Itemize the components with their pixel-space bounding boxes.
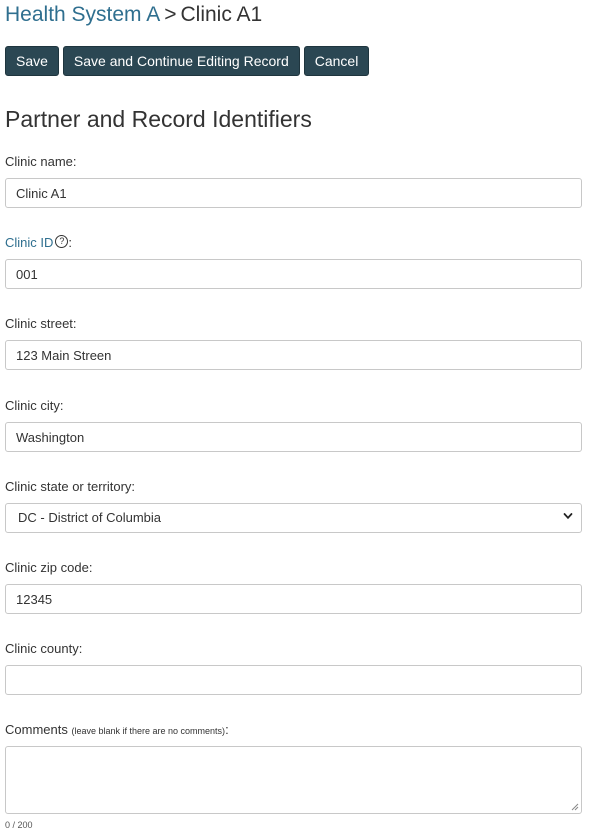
clinic-county-label: Clinic county: (5, 641, 83, 656)
clinic-state-selected-value: DC - District of Columbia (5, 503, 582, 533)
clinic-state-label: Clinic state or territory: (5, 479, 136, 494)
clinic-state-select[interactable]: DC - District of Columbia (5, 503, 582, 533)
resize-handle-icon[interactable] (571, 803, 579, 811)
cancel-button[interactable]: Cancel (303, 46, 370, 76)
clinic-street-label: Clinic street: (5, 316, 77, 331)
toolbar: Save Save and Continue Editing Record Ca… (5, 46, 370, 76)
clinic-county-group: Clinic county: (5, 640, 582, 695)
clinic-name-label: Clinic name: (5, 154, 77, 169)
breadcrumb-separator: > (164, 3, 177, 26)
clinic-city-group: Clinic city: (5, 397, 582, 452)
comments-label-row: Comments (leave blank if there are no co… (5, 721, 582, 739)
comments-hint: (leave blank if there are no comments) (71, 726, 226, 736)
comments-textarea[interactable] (5, 746, 582, 814)
clinic-name-input[interactable] (5, 178, 582, 208)
breadcrumb-parent-link[interactable]: Health System A (5, 3, 160, 26)
save-button[interactable]: Save (5, 46, 59, 76)
clinic-id-label[interactable]: Clinic ID (5, 235, 53, 250)
clinic-id-label-row: Clinic ID?: (5, 234, 582, 252)
comments-char-counter: 0 / 200 (5, 820, 33, 830)
clinic-state-group: Clinic state or territory: DC - District… (5, 478, 582, 533)
clinic-zip-label: Clinic zip code: (5, 560, 93, 575)
chevron-down-icon (563, 513, 573, 520)
clinic-name-group: Clinic name: (5, 153, 582, 208)
clinic-city-label: Clinic city: (5, 398, 64, 413)
clinic-zip-group: Clinic zip code: (5, 559, 582, 614)
save-and-continue-button[interactable]: Save and Continue Editing Record (62, 46, 300, 76)
comments-colon: : (225, 722, 229, 737)
clinic-id-colon: : (68, 235, 73, 250)
breadcrumb: Health System A > Clinic A1 (5, 2, 262, 28)
help-icon[interactable]: ? (55, 235, 69, 248)
comments-group: Comments (leave blank if there are no co… (5, 721, 582, 814)
clinic-county-input[interactable] (5, 665, 582, 695)
clinic-id-input[interactable] (5, 259, 582, 289)
section-title: Partner and Record Identifiers (5, 106, 312, 132)
comments-label: Comments (5, 722, 68, 737)
clinic-id-group: Clinic ID?: (5, 234, 582, 289)
clinic-street-group: Clinic street: (5, 315, 582, 370)
clinic-zip-input[interactable] (5, 584, 582, 614)
breadcrumb-current: Clinic A1 (180, 3, 263, 26)
clinic-street-input[interactable] (5, 340, 582, 370)
clinic-city-input[interactable] (5, 422, 582, 452)
